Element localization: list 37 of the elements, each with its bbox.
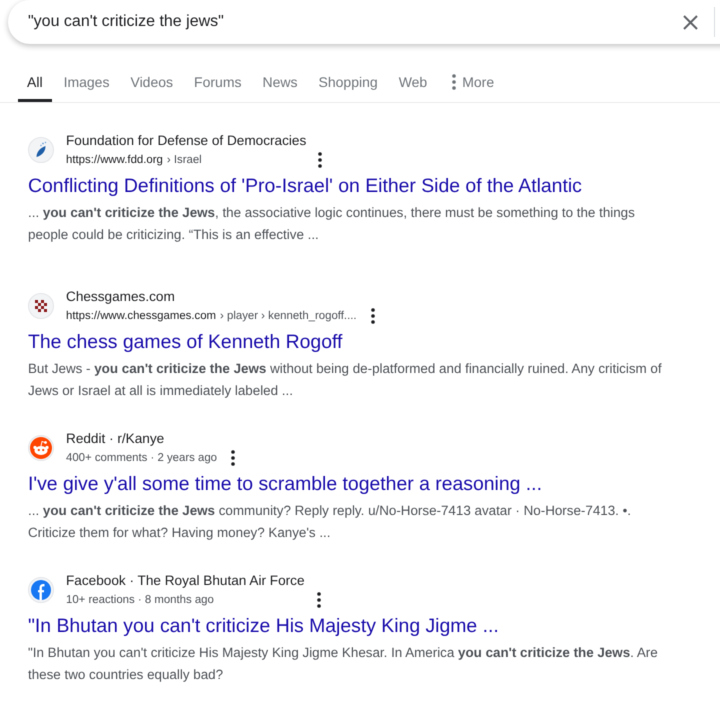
url-breadcrumb: › player › kenneth_rogoff.... [220, 309, 357, 324]
search-tab[interactable]: Forums [185, 64, 250, 102]
vertical-dots-icon[interactable] [231, 450, 236, 466]
site-url: https://www.fdd.org [66, 153, 163, 168]
close-icon[interactable] [683, 14, 698, 30]
result-title-link[interactable]: I've give y'all some time to scramble together a reasoning ... [28, 471, 542, 497]
result-snippet: ... you can't criticize the Jews, the associative logic continues, there must be something to the things people could be criticizing. “This is an effective ... [28, 204, 636, 244]
search-tab[interactable]: Web [390, 64, 436, 102]
vertical-dots-icon[interactable] [318, 152, 322, 168]
vertical-dots-icon[interactable] [452, 74, 456, 90]
result-snippet: "In Bhutan you can't criticize His Majesty King Jigme Khesar. In America you can't criticize the Jews. Are these two countries equally bad? [28, 644, 659, 684]
site-name: Reddit · r/Kanye [66, 430, 166, 448]
vertical-dots-icon[interactable] [370, 308, 375, 324]
search-tab[interactable]: Videos [121, 64, 182, 102]
search-field[interactable]: "you can't criticize the jews" [28, 11, 683, 33]
result-snippet: ... you can't criticize the Jews community? Reply reply. u/No-Horse-7413 avatar · No-Horse-7413. •. Criticize them for what? Having money? Kanye's ... [28, 502, 632, 542]
site-name: Facebook · The Royal Bhutan Air Force [66, 572, 306, 590]
result-title-link[interactable]: "In Bhutan you can't criticize His Majesty King Jigme ... [28, 613, 499, 639]
url-breadcrumb: › Israel [166, 153, 202, 168]
leaf-logo-icon [28, 137, 54, 163]
result-title-link[interactable]: The chess games of Kenneth Rogoff [28, 329, 342, 355]
site-name: Chessgames.com [66, 288, 176, 306]
result-snippet: But Jews - you can't criticize the Jews without being de-platformed and financially ruined. Any criticism of Jews or Israel at all is immediately labeled ... [28, 360, 663, 400]
search-tab[interactable]: All [18, 64, 52, 102]
vertical-dots-icon[interactable] [316, 592, 321, 608]
checker-logo-icon [28, 293, 54, 319]
search-tab[interactable]: Images [54, 64, 118, 102]
search-tab[interactable]: News [254, 64, 307, 102]
more-menu-tab[interactable]: More [443, 64, 504, 102]
letter-f-logo-icon [28, 577, 54, 603]
result-title-link[interactable]: Conflicting Definitions of 'Pro-Israel' on Either Side of the Atlantic [28, 173, 582, 199]
site-url: https://www.chessgames.com [66, 309, 216, 324]
search-tab[interactable]: Shopping [310, 64, 387, 102]
result-meta: 10+ reactions · 8 months ago [66, 593, 214, 608]
site-name: Foundation for Defense of Democracies [66, 132, 308, 150]
result-meta: 400+ comments · 2 years ago [66, 451, 218, 466]
alien-face-icon [28, 435, 54, 461]
